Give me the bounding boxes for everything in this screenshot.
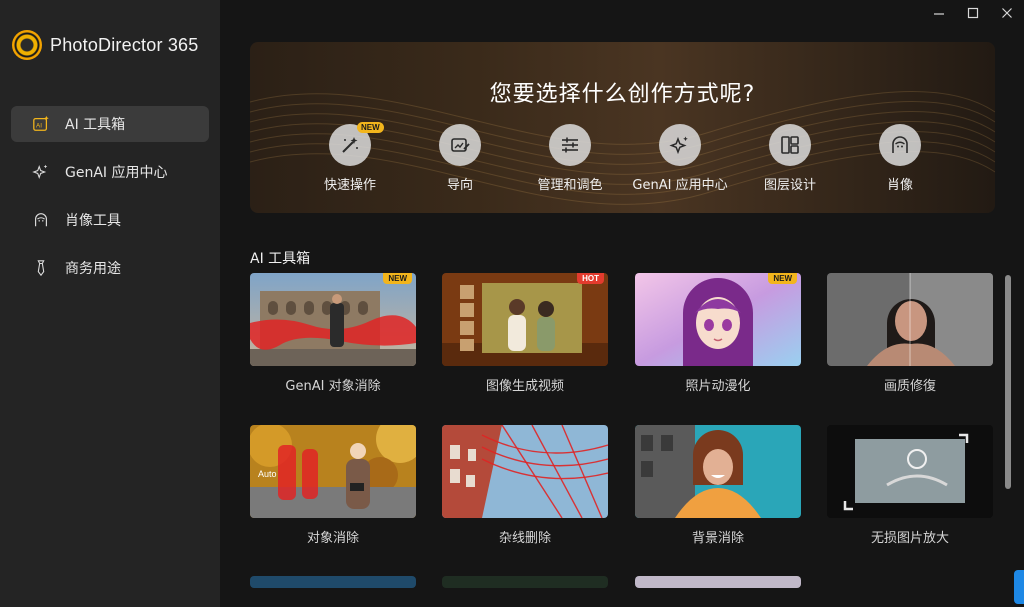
card-thumbnail: Auto xyxy=(250,425,416,518)
mode-label: 导向 xyxy=(446,178,473,193)
card-thumbnail xyxy=(827,425,993,518)
mode-label: 图层设计 xyxy=(763,178,816,193)
mode-genai-hub[interactable]: GenAI 应用中心 xyxy=(625,124,735,193)
layers-icon xyxy=(769,124,811,166)
app-logo: PhotoDirector 365 xyxy=(12,30,198,60)
mode-portrait[interactable]: 肖像 xyxy=(845,124,955,193)
auto-label: Auto xyxy=(258,469,277,479)
card-label: 画质修復 xyxy=(883,379,936,394)
tool-card-partial[interactable] xyxy=(635,576,801,588)
banner-title: 您要选择什么创作方式呢? xyxy=(489,82,756,107)
mode-label: 肖像 xyxy=(886,178,913,193)
card-thumbnail xyxy=(250,576,416,588)
sidebar-item-portrait-tools[interactable]: 肖像工具 xyxy=(11,202,209,238)
card-label: 照片动漫化 xyxy=(685,379,751,394)
photodirector-logo-icon xyxy=(12,30,42,60)
sidebar-item-label: 肖像工具 xyxy=(65,213,121,229)
card-thumbnail: NEW xyxy=(250,273,416,366)
maximize-icon[interactable] xyxy=(956,0,990,26)
tool-card-photo-to-anime[interactable]: NEW 照片动漫化 xyxy=(635,273,801,394)
new-badge: NEW xyxy=(357,122,384,133)
tool-card-genai-object-removal[interactable]: NEW GenAI 对象消除 xyxy=(250,273,416,394)
card-thumbnail xyxy=(442,576,608,588)
card-label: 图像生成视频 xyxy=(485,379,564,394)
mode-manage-adjust[interactable]: 管理和调色 xyxy=(515,124,625,193)
card-label: 对象消除 xyxy=(306,531,359,546)
sidebar-item-business[interactable]: 商务用途 xyxy=(11,250,209,286)
new-badge: NEW xyxy=(383,273,412,284)
tool-card-photo-enhance[interactable]: 画质修復 xyxy=(827,273,993,394)
card-label: GenAI 对象消除 xyxy=(285,379,381,394)
help-button[interactable] xyxy=(1014,570,1024,604)
sparkle-icon xyxy=(31,162,51,182)
main-content: 您要选择什么创作方式呢? NEW 快速操作 导向 管理和调色 GenAI 应用中… xyxy=(220,0,1024,607)
minimize-icon[interactable] xyxy=(922,0,956,26)
sidebar: PhotoDirector 365 AI AI 工具箱 GenAI 应用中心 肖… xyxy=(0,0,220,607)
sidebar-item-label: GenAI 应用中心 xyxy=(65,165,168,181)
close-icon[interactable] xyxy=(990,0,1024,26)
tool-card-partial[interactable] xyxy=(250,576,416,588)
portrait-icon xyxy=(31,210,51,230)
card-thumbnail xyxy=(827,273,993,366)
ai-toolbox-icon: AI xyxy=(31,114,51,134)
sparkle-icon xyxy=(659,124,701,166)
sidebar-item-label: 商务用途 xyxy=(65,261,121,277)
section-title: AI 工具箱 xyxy=(250,251,311,267)
card-thumbnail xyxy=(635,576,801,588)
card-label: 无损图片放大 xyxy=(870,531,949,546)
mode-label: GenAI 应用中心 xyxy=(632,178,728,193)
creation-mode-banner: 您要选择什么创作方式呢? NEW 快速操作 导向 管理和调色 GenAI 应用中… xyxy=(250,42,995,213)
card-thumbnail: NEW xyxy=(635,273,801,366)
svg-text:AI: AI xyxy=(36,123,42,130)
tool-card-object-removal[interactable]: Auto 对象消除 xyxy=(250,425,416,546)
card-thumbnail: HOT xyxy=(442,273,608,366)
mode-guided[interactable]: 导向 xyxy=(405,124,515,193)
new-badge: NEW xyxy=(768,273,797,284)
tool-card-wire-removal[interactable]: 杂线删除 xyxy=(442,425,608,546)
sliders-icon xyxy=(549,124,591,166)
portrait-icon xyxy=(879,124,921,166)
tool-card-partial[interactable] xyxy=(442,576,608,588)
sidebar-item-label: AI 工具箱 xyxy=(65,117,126,133)
card-label: 背景消除 xyxy=(691,531,744,546)
app-title: PhotoDirector 365 xyxy=(50,34,199,55)
sidebar-item-genai-hub[interactable]: GenAI 应用中心 xyxy=(11,154,209,190)
sidebar-nav: AI AI 工具箱 GenAI 应用中心 肖像工具 商务用途 xyxy=(11,106,209,298)
creation-mode-list: NEW 快速操作 导向 管理和调色 GenAI 应用中心 图层设计 肖像 xyxy=(295,122,955,193)
card-thumbnail xyxy=(442,425,608,518)
mode-layer-design[interactable]: 图层设计 xyxy=(735,124,845,193)
sidebar-item-ai-toolbox[interactable]: AI AI 工具箱 xyxy=(11,106,209,142)
tool-card-background-removal[interactable]: 背景消除 xyxy=(635,425,801,546)
tool-card-image-to-video[interactable]: HOT 图像生成视频 xyxy=(442,273,608,394)
mode-label: 快速操作 xyxy=(323,178,376,193)
mode-label: 管理和调色 xyxy=(537,178,603,193)
window-controls xyxy=(922,0,1024,26)
card-label: 杂线删除 xyxy=(498,531,551,546)
card-thumbnail xyxy=(635,425,801,518)
hot-badge: HOT xyxy=(577,273,604,284)
guided-edit-icon xyxy=(439,124,481,166)
tie-icon xyxy=(31,258,51,278)
vertical-scrollbar[interactable] xyxy=(1005,275,1011,489)
tool-card-lossless-upscale[interactable]: 无损图片放大 xyxy=(827,425,993,546)
mode-quick-actions[interactable]: NEW 快速操作 xyxy=(295,122,405,193)
